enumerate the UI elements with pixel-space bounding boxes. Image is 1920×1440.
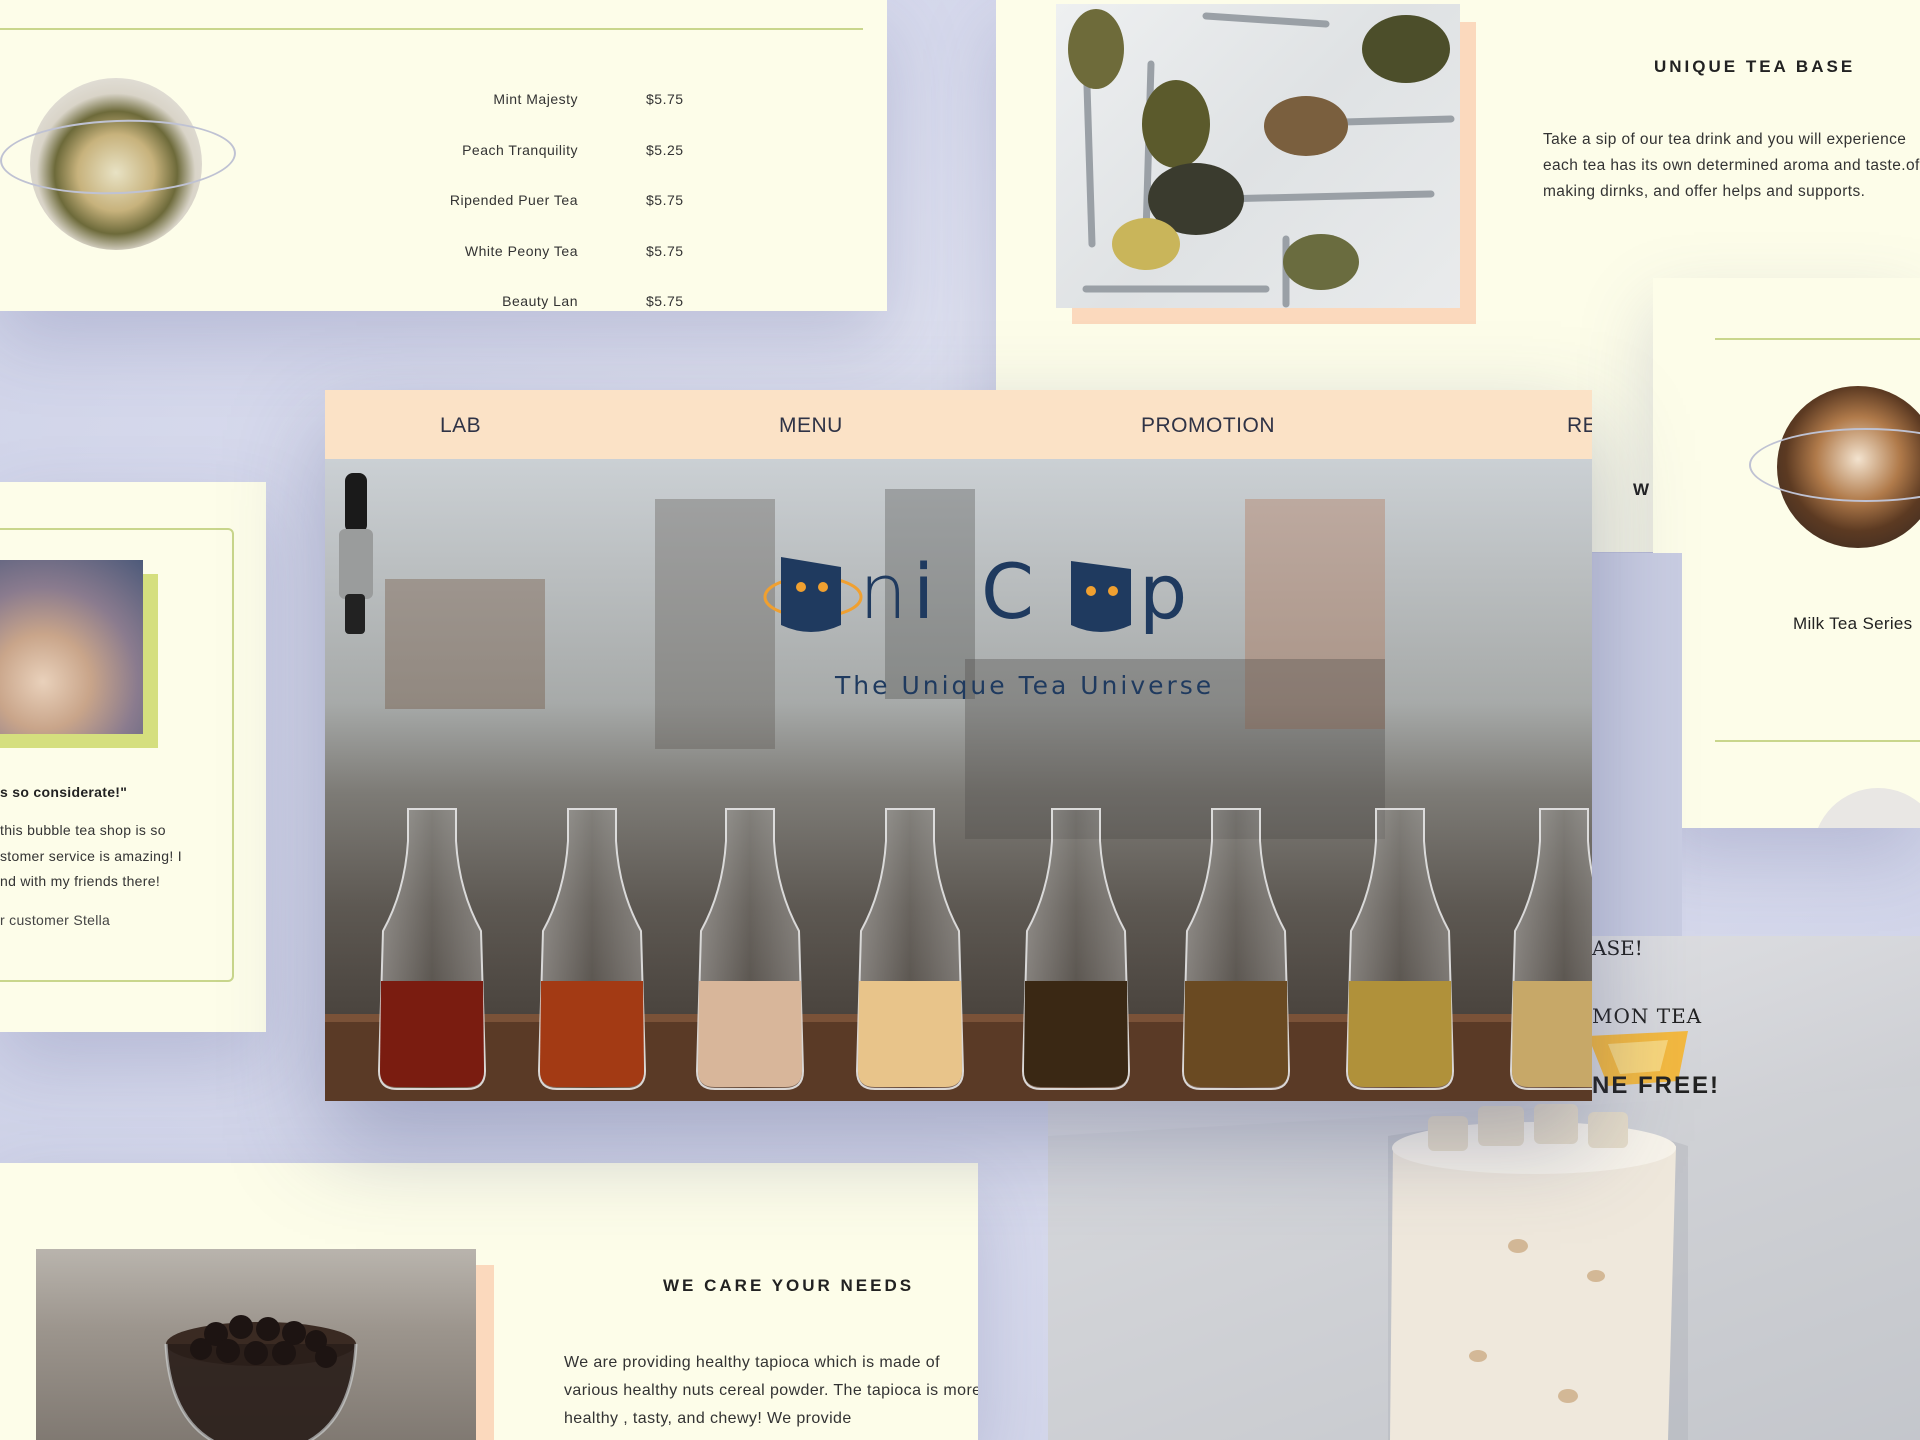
menu-item: Beauty Lan $5.75: [400, 293, 700, 311]
tea-carafe: [851, 801, 969, 1091]
hero-image: n i C p The Unique Tea Universe: [325, 459, 1592, 1101]
review-line: nd with my friends there!: [0, 873, 161, 889]
tea-spoons-photo: [1056, 4, 1460, 308]
brand-letter: p: [1139, 547, 1188, 636]
promo-dark-panel: [1592, 553, 1682, 936]
promo-line: ASE!: [1592, 936, 1643, 960]
homepage-hero-card: LAB MENU PROMOTION RE n i C p The Unique…: [325, 390, 1592, 1101]
section-title: UNIQUE TEA BASE: [1654, 57, 1856, 76]
care-slide-card: WE CARE YOUR NEEDS We are providing heal…: [0, 1163, 978, 1440]
orbit-ring: [0, 115, 238, 199]
brand-letter: i: [913, 547, 935, 636]
menu-item: Peach Tranquility $5.25: [400, 142, 700, 164]
menu-item-price: $5.75: [646, 192, 684, 208]
milk-tea-photo-partial: [1813, 788, 1920, 828]
brand-letter: n: [859, 547, 908, 636]
section-body: Take a sip of our tea drink and you will…: [1543, 131, 1920, 200]
partial-heading: W: [1633, 480, 1650, 499]
promo-headline: ASE! MON TEA NE FREE!: [1592, 936, 1772, 1106]
menu-item-name: Peach Tranquility: [462, 142, 578, 158]
nav-item-menu[interactable]: MENU: [779, 414, 843, 438]
menu-item-name: White Peony Tea: [464, 243, 578, 259]
tea-carafe: [1177, 801, 1295, 1091]
menu-item-price: $5.75: [646, 293, 684, 309]
tea-carafe: [1017, 801, 1135, 1091]
brand-letter: C: [981, 547, 1035, 636]
menu-item: Mint Majesty $5.75: [400, 91, 700, 113]
review-author: r customer Stella: [0, 912, 111, 928]
nav-item-lab[interactable]: LAB: [440, 414, 481, 438]
orbit-ring: [1749, 428, 1920, 502]
series-label: Milk Tea Series: [1793, 614, 1913, 633]
review-quote: s so considerate!": [0, 784, 128, 800]
tea-carafe: [533, 801, 651, 1091]
tagline: The Unique Tea Universe: [835, 671, 1215, 700]
nav-item-review[interactable]: RE: [1567, 414, 1592, 438]
promo-line: MON TEA: [1592, 1004, 1703, 1028]
section-body: We are providing healthy tapioca which i…: [564, 1354, 978, 1427]
nav-item-promotion[interactable]: PROMOTION: [1141, 414, 1275, 438]
milk-tea-slide-card: Milk Tea Series: [1653, 278, 1920, 828]
menu-item-name: Mint Majesty: [493, 91, 578, 107]
tea-carafe: [1341, 801, 1459, 1091]
review-slide-card: s so considerate!" this bubble tea shop …: [0, 482, 266, 1032]
tea-carafe: [1505, 801, 1592, 1091]
brand-logo: n i C p: [763, 539, 1263, 639]
menu-item-price: $5.75: [646, 91, 684, 107]
promo-line: NE FREE!: [1592, 1072, 1721, 1099]
review-line: this bubble tea shop is so: [0, 822, 166, 838]
cup-mascot-icon: [781, 557, 841, 632]
tapioca-pearls-photo: [36, 1249, 476, 1440]
menu-item-price: $5.25: [646, 142, 684, 158]
bubble-tea-hand-photo: [0, 560, 143, 734]
menu-item-price: $5.75: [646, 243, 684, 259]
menu-item-name: Ripended Puer Tea: [449, 192, 578, 208]
section-title: WE CARE YOUR NEEDS: [663, 1276, 915, 1295]
top-nav: LAB MENU PROMOTION RE: [325, 390, 1592, 459]
tea-carafe: [691, 801, 809, 1091]
menu-item: Ripended Puer Tea $5.75: [400, 192, 700, 214]
menu-item: White Peony Tea $5.75: [400, 243, 700, 265]
menu-slide-card: Mint Majesty $5.75 Peach Tranquility $5.…: [0, 0, 887, 311]
review-line: stomer service is amazing! I: [0, 848, 182, 864]
divider: [0, 28, 863, 30]
divider: [1715, 338, 1920, 340]
tea-carafe: [373, 801, 491, 1091]
divider: [1715, 740, 1920, 742]
menu-item-name: Beauty Lan: [502, 293, 578, 309]
